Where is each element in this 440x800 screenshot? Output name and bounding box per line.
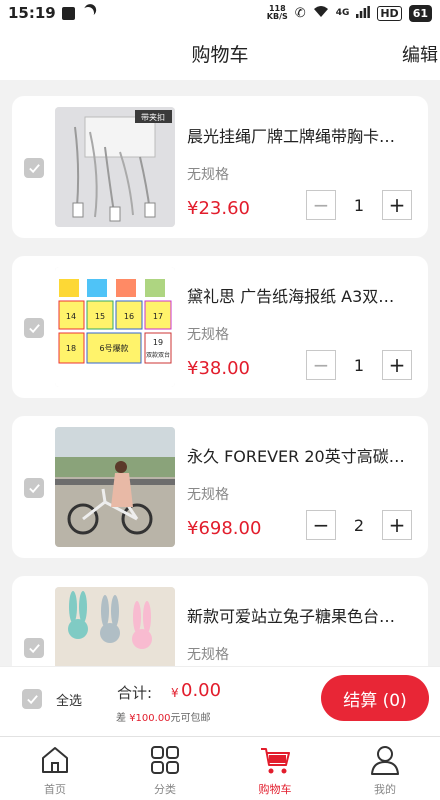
total-currency: ¥ <box>171 686 179 700</box>
product-spec: 无规格 <box>187 327 229 343</box>
home-icon <box>42 747 68 773</box>
quantity-stepper: − 1 + <box>306 190 412 220</box>
product-spec: 无规格 <box>187 647 229 663</box>
poster-paper-product-photo: 14 15 16 17 18 6号爆款 19 双款双台 <box>55 267 175 387</box>
hd-icon: HD <box>377 5 402 21</box>
tab-cart[interactable]: 购物车 <box>220 737 330 800</box>
increase-button[interactable]: + <box>382 190 412 220</box>
edit-button[interactable]: 编辑 <box>402 41 438 67</box>
product-spec: 无规格 <box>187 487 229 503</box>
product-tag: 带夹扣 <box>141 112 165 122</box>
bottom-tab-bar: 首页 分类 购物车 我的 <box>0 736 440 800</box>
item-checkbox[interactable] <box>24 158 44 178</box>
tab-profile[interactable]: 我的 <box>330 737 440 800</box>
cart-summary-bar: 全选 合计: ¥ 0.00 差 ¥100.00元可包邮 结算 (0) <box>0 666 440 736</box>
cart-item: 永久 FOREVER 20英寸高碳… 无规格 ¥698.00 − 2 + <box>12 416 428 558</box>
wifi-icon <box>313 5 329 22</box>
cart-icon <box>261 748 290 774</box>
status-bar: 15:19 118 KB/S ✆ 4G HD 61 <box>0 0 440 26</box>
net-speed: 118 KB/S <box>266 4 288 21</box>
page-header: 购物车 编辑 <box>0 26 440 80</box>
poster-label: 16 <box>124 312 134 321</box>
product-name[interactable]: 永久 FOREVER 20英寸高碳… <box>187 443 417 467</box>
increase-button[interactable]: + <box>382 350 412 380</box>
select-all-label[interactable]: 全选 <box>56 690 82 709</box>
decrease-button[interactable]: − <box>306 190 336 220</box>
poster-label: 14 <box>66 312 76 321</box>
user-icon <box>371 746 399 775</box>
item-checkbox[interactable] <box>24 638 44 658</box>
quantity-value[interactable]: 1 <box>336 356 382 375</box>
poster-label: 19 <box>153 338 163 347</box>
check-icon <box>26 694 38 704</box>
tab-category[interactable]: 分类 <box>110 737 220 800</box>
poster-label: 6号爆款 <box>99 343 128 353</box>
signal-icon <box>356 5 371 21</box>
decrease-button[interactable]: − <box>306 350 336 380</box>
quantity-value[interactable]: 1 <box>336 196 382 215</box>
lanyard-product-photo: 带夹扣 <box>55 107 175 227</box>
product-name[interactable]: 黛礼思 广告纸海报纸 A3双… <box>187 283 417 307</box>
product-spec: 无规格 <box>187 167 229 183</box>
check-icon <box>28 323 40 333</box>
cart-list[interactable]: 带夹扣 晨光挂绳厂牌工牌绳带胸卡… 无规格 ¥23.60 − 1 + 14 15… <box>0 80 440 666</box>
product-name[interactable]: 新款可爱站立兔子糖果色台… <box>187 603 417 627</box>
increase-button[interactable]: + <box>382 510 412 540</box>
bunny-figurines-product-photo <box>55 587 175 666</box>
poster-label: 17 <box>153 312 163 321</box>
product-image[interactable]: 14 15 16 17 18 6号爆款 19 双款双台 <box>55 267 175 387</box>
product-image[interactable]: 带夹扣 <box>55 107 175 227</box>
tab-label: 首页 <box>44 783 66 796</box>
product-price: ¥23.60 <box>187 198 250 219</box>
total-amount: 0.00 <box>181 680 222 701</box>
tab-label: 分类 <box>154 783 176 796</box>
tab-label: 购物车 <box>258 783 292 796</box>
select-all-checkbox[interactable] <box>22 689 42 709</box>
moon-icon <box>80 5 95 20</box>
page-title: 购物车 <box>191 43 249 66</box>
phone-icon: ✆ <box>294 5 306 21</box>
decrease-button[interactable]: − <box>306 510 336 540</box>
product-price: ¥38.00 <box>187 358 250 379</box>
status-time: 15:19 <box>8 4 56 22</box>
product-name[interactable]: 晨光挂绳厂牌工牌绳带胸卡… <box>187 123 417 147</box>
notification-icon <box>61 6 75 20</box>
item-checkbox[interactable] <box>24 318 44 338</box>
cart-item: 带夹扣 晨光挂绳厂牌工牌绳带胸卡… 无规格 ¥23.60 − 1 + <box>12 96 428 238</box>
quantity-stepper: − 2 + <box>306 510 412 540</box>
cart-item: 新款可爱站立兔子糖果色台… 无规格 <box>12 576 428 666</box>
product-price: ¥698.00 <box>187 518 262 539</box>
free-shipping-note: 差 ¥100.00元可包邮 <box>116 713 211 724</box>
quantity-value[interactable]: 2 <box>336 516 382 535</box>
item-checkbox[interactable] <box>24 478 44 498</box>
cart-item: 14 15 16 17 18 6号爆款 19 双款双台 黛礼思 广告纸海报纸 A… <box>12 256 428 398</box>
checkout-button[interactable]: 结算 (0) <box>321 675 429 721</box>
total-label: 合计: <box>117 684 153 702</box>
folding-bicycle-product-photo <box>55 427 175 547</box>
check-icon <box>28 163 40 173</box>
check-icon <box>28 643 40 653</box>
check-icon <box>28 483 40 493</box>
poster-label: 双款双台 <box>146 351 170 359</box>
signal-label: 4G <box>335 8 350 18</box>
category-grid-icon <box>151 746 179 774</box>
battery-indicator: 61 <box>408 4 432 22</box>
quantity-stepper: − 1 + <box>306 350 412 380</box>
tab-home[interactable]: 首页 <box>0 737 110 800</box>
product-image[interactable] <box>55 427 175 547</box>
poster-label: 18 <box>66 344 76 353</box>
poster-label: 15 <box>95 312 105 321</box>
tab-label: 我的 <box>374 783 396 796</box>
product-image[interactable] <box>55 587 175 666</box>
